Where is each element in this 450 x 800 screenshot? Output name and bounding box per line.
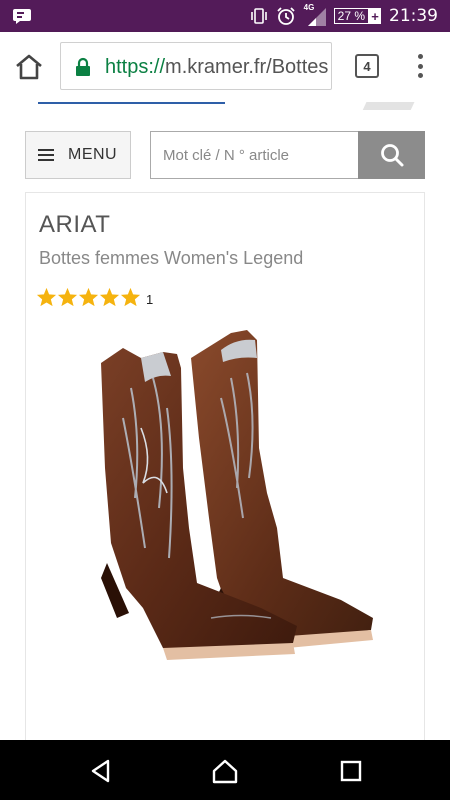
menu-label: MENU xyxy=(68,146,118,163)
page-content: MENU ARIAT Bottes femmes Women's Legend … xyxy=(0,102,450,740)
battery-level: 27 % xyxy=(337,8,365,23)
search-icon xyxy=(380,144,403,167)
star-icon xyxy=(36,287,57,307)
hamburger-icon xyxy=(38,149,54,161)
url-scheme: https:// xyxy=(105,56,166,78)
product-brand[interactable]: ARIAT xyxy=(39,211,110,239)
status-bar: 4G 27 % + 21:39 xyxy=(0,0,450,32)
search-button[interactable] xyxy=(358,131,425,179)
url-text[interactable]: https://m.kramer.fr/Bottes xyxy=(105,56,328,79)
rating-stars xyxy=(36,287,141,307)
more-vert-icon[interactable] xyxy=(412,50,428,82)
menu-button[interactable]: MENU xyxy=(25,131,131,179)
address-bar[interactable]: https://m.kramer.fr/Bottes xyxy=(60,42,332,90)
star-icon xyxy=(99,287,120,307)
home-icon[interactable] xyxy=(14,53,44,81)
star-icon xyxy=(120,287,141,307)
header-underline xyxy=(38,102,225,104)
tab-count: 4 xyxy=(363,58,371,74)
charging-icon: + xyxy=(369,8,381,24)
star-icon xyxy=(78,287,99,307)
recents-icon[interactable] xyxy=(338,758,364,784)
alarm-icon xyxy=(277,7,295,25)
browser-toolbar: https://m.kramer.fr/Bottes 4 xyxy=(0,32,450,102)
product-rating[interactable]: 1 xyxy=(36,287,153,307)
notification-icon xyxy=(13,9,31,24)
header-decoration xyxy=(362,102,418,110)
signal-icon: 4G xyxy=(304,3,326,26)
back-icon[interactable] xyxy=(88,758,114,784)
status-icons: 4G 27 % + 21:39 xyxy=(250,0,438,32)
search-input[interactable] xyxy=(150,131,358,179)
url-host-path: m.kramer.fr/Bottes xyxy=(165,56,329,78)
lock-icon xyxy=(76,57,90,76)
product-card[interactable]: ARIAT Bottes femmes Women's Legend 1 xyxy=(25,192,425,740)
search-form xyxy=(150,131,425,179)
product-image[interactable] xyxy=(71,318,381,708)
vibrate-icon xyxy=(250,8,267,24)
tab-switcher-button[interactable]: 4 xyxy=(355,54,379,78)
battery-indicator: 27 % + xyxy=(333,8,381,24)
product-name[interactable]: Bottes femmes Women's Legend xyxy=(39,248,303,269)
star-icon xyxy=(57,287,78,307)
home-icon[interactable] xyxy=(212,758,238,784)
review-count: 1 xyxy=(146,292,154,307)
clock: 21:39 xyxy=(389,6,438,26)
system-nav-bar xyxy=(0,740,450,800)
